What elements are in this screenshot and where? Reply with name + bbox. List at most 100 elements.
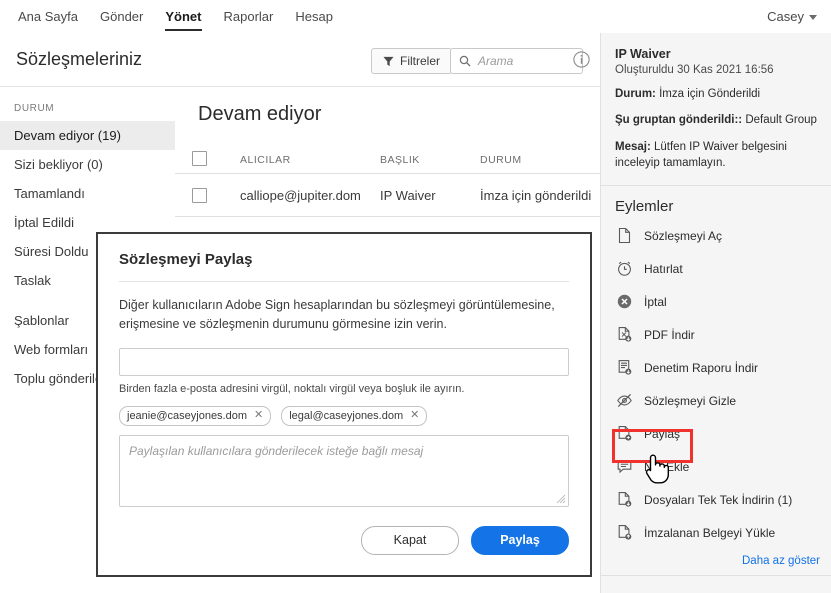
filters-button[interactable]: Filtreler — [371, 48, 453, 74]
nav-links: Ana Sayfa Gönder Yönet Raporlar Hesap — [0, 0, 344, 33]
dialog-title: Sözleşmeyi Paylaş — [119, 251, 253, 268]
comment-icon — [617, 460, 632, 474]
table-header-row: ALICILAR BAŞLIK DURUM — [175, 143, 600, 174]
select-all-checkbox[interactable] — [192, 150, 207, 166]
funnel-icon — [383, 56, 394, 66]
alarm-clock-icon — [618, 261, 631, 277]
action-remind[interactable]: Hatırlat — [601, 252, 831, 285]
action-label: İmzalanan Belgeyi Yükle — [644, 525, 776, 540]
nav-item-yonet[interactable]: Yönet — [154, 0, 212, 33]
agreement-created: Oluşturuldu 30 Kas 2021 16:56 — [615, 64, 774, 76]
share-submit-button[interactable]: Paylaş — [471, 525, 569, 555]
nav-item-label: Raporlar — [223, 9, 274, 24]
email-hint: Birden fazla e-posta adresini virgül, no… — [119, 382, 465, 395]
action-label: İptal — [644, 294, 667, 309]
actions-title: Eylemler — [615, 198, 674, 216]
action-download-individual-files[interactable]: Dosyaları Tek Tek İndirin (1) — [601, 483, 831, 516]
page-title: Sözleşmeleriniz — [16, 49, 143, 69]
email-chips: jeanie@caseyjones.dom ✕ legal@caseyjones… — [98, 395, 590, 426]
action-cancel[interactable]: İptal — [601, 285, 831, 318]
action-label: Not Ekle — [644, 459, 690, 474]
remove-chip-icon[interactable]: ✕ — [410, 410, 419, 421]
sidebar-item-label: Süresi Doldu — [14, 244, 89, 259]
table-row[interactable]: calliope@jupiter.dom IP Waiver İmza için… — [175, 174, 600, 217]
nav-item-label: Gönder — [100, 9, 144, 24]
agreement-message-line: Mesaj: Lütfen IP Waiver belgesini incele… — [615, 139, 818, 172]
nav-item-ana-sayfa[interactable]: Ana Sayfa — [7, 0, 89, 33]
cell-title: IP Waiver — [380, 188, 480, 203]
sidebar-item-label: Şablonlar — [14, 313, 69, 328]
details-panel: IP Waiver Oluşturuldu 30 Kas 2021 16:56 … — [600, 33, 831, 593]
show-less-link[interactable]: Daha az göster — [601, 549, 831, 567]
action-label: PDF İndir — [644, 327, 695, 342]
cell-value: IP Waiver — [380, 187, 436, 203]
agreement-status-line: Durum: İmza için Gönderildi — [615, 86, 818, 102]
cell-recipient: calliope@jupiter.dom — [240, 188, 380, 203]
sidebar-item-label: Web formları — [14, 342, 89, 357]
agreement-group-line: Şu gruptan gönderildi:: Default Group — [615, 112, 818, 128]
row-select-cell — [192, 187, 240, 203]
email-chip-label: legal@caseyjones.dom — [289, 409, 404, 422]
cancel-circle-icon — [617, 295, 632, 309]
action-label: Sözleşmeyi Gizle — [644, 393, 737, 408]
column-label: BAŞLIK — [380, 153, 420, 166]
email-field[interactable] — [119, 347, 569, 376]
share-agreement-dialog: Sözleşmeyi Paylaş Diğer kullanıcıların A… — [96, 232, 592, 577]
list-title: Devam ediyor — [198, 103, 322, 125]
message-label: Mesaj: — [615, 140, 651, 153]
row-checkbox[interactable] — [192, 187, 207, 203]
search-input[interactable]: Arama — [450, 48, 583, 74]
sidebar-item-sizi-bekliyor[interactable]: Sizi bekliyor (0) — [0, 150, 175, 179]
action-label: Sözleşmeyi Aç — [644, 228, 723, 243]
agreement-info: IP Waiver Oluşturuldu 30 Kas 2021 16:56 … — [601, 33, 831, 171]
action-label: Paylaş — [644, 426, 681, 441]
group-label: Şu gruptan gönderildi:: — [615, 114, 743, 127]
action-label: Dosyaları Tek Tek İndirin (1) — [644, 492, 793, 507]
column-header-status: DURUM — [480, 151, 610, 166]
nav-item-hesap[interactable]: Hesap — [284, 0, 344, 33]
remove-chip-icon[interactable]: ✕ — [254, 410, 263, 421]
agreement-name: IP Waiver — [615, 47, 671, 61]
action-download-audit-report[interactable]: Denetim Raporu İndir — [601, 351, 831, 384]
cell-value: İmza için gönderildi — [480, 187, 592, 203]
message-textarea[interactable]: Paylaşılan kullanıcılara gönderilecek is… — [119, 434, 569, 507]
nav-item-label: Ana Sayfa — [18, 9, 78, 24]
action-add-note[interactable]: Not Ekle — [601, 450, 831, 483]
nav-item-label: Yönet — [165, 9, 202, 24]
action-open-agreement[interactable]: Sözleşmeyi Aç — [601, 219, 831, 252]
group-value: Default Group — [745, 114, 817, 127]
column-label: DURUM — [480, 153, 522, 166]
email-chip: legal@caseyjones.dom ✕ — [281, 405, 428, 426]
column-header-title: BAŞLIK — [380, 151, 480, 166]
app-window: Ana Sayfa Gönder Yönet Raporlar Hesap Ca… — [0, 0, 831, 593]
document-icon — [618, 228, 631, 244]
account-label: Casey — [767, 9, 804, 24]
sidebar-item-label: Sizi bekliyor (0) — [14, 157, 103, 172]
select-all-cell — [192, 150, 240, 166]
cancel-button[interactable]: Kapat — [361, 525, 459, 555]
nav-item-label: Hesap — [295, 9, 333, 24]
agreements-table: ALICILAR BAŞLIK DURUM calliope@jupiter.d… — [175, 143, 600, 217]
action-hide-agreement[interactable]: Sözleşmeyi Gizle — [601, 384, 831, 417]
account-menu[interactable]: Casey — [767, 0, 831, 33]
download-file-icon — [618, 492, 632, 507]
sidebar-item-label: Tamamlandı — [14, 186, 85, 201]
sidebar-item-label: Toplu gönderiler — [14, 371, 107, 386]
sidebar-item-tamamlandi[interactable]: Tamamlandı — [0, 179, 175, 208]
sidebar-item-devam-ediyor[interactable]: Devam ediyor (19) — [0, 121, 175, 150]
action-download-pdf[interactable]: PDF İndir — [601, 318, 831, 351]
email-chip-label: jeanie@caseyjones.dom — [127, 409, 248, 422]
nav-item-gonder[interactable]: Gönder — [89, 0, 154, 33]
filters-label: Filtreler — [400, 54, 441, 68]
resize-grip-icon[interactable] — [555, 493, 566, 504]
sidebar-item-label: İptal Edildi — [14, 215, 74, 230]
pdf-download-icon — [618, 327, 632, 342]
action-upload-signed-document[interactable]: İmzalanan Belgeyi Yükle — [601, 516, 831, 549]
info-icon[interactable] — [572, 50, 591, 69]
nav-item-raporlar[interactable]: Raporlar — [213, 0, 285, 33]
dialog-buttons: Kapat Paylaş — [98, 507, 590, 555]
panel-bottom-divider — [601, 575, 831, 577]
action-share[interactable]: Paylaş — [601, 417, 831, 450]
sidebar-item-label: Devam ediyor (19) — [14, 128, 121, 143]
status-label: Durum: — [615, 88, 656, 100]
